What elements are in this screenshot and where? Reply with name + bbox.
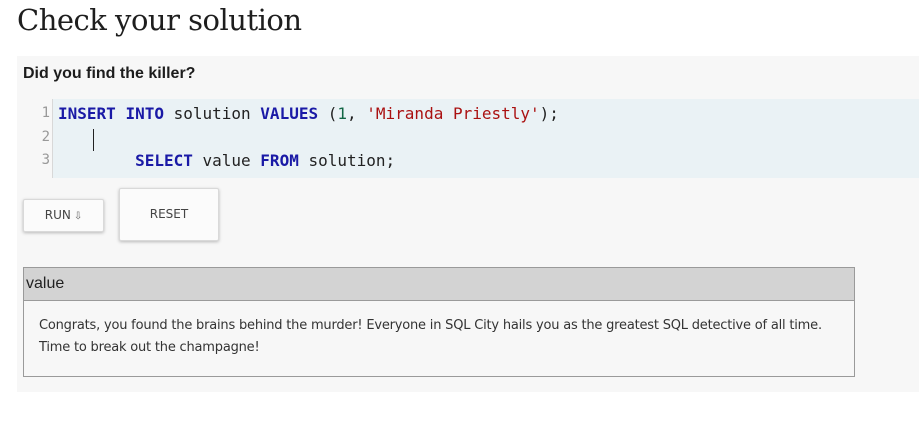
result-table: value Congrats, you found the brains beh…	[23, 267, 855, 377]
column-header: value	[24, 268, 854, 301]
sql-text: (	[318, 104, 338, 123]
line-number-gutter: 1 2 3	[36, 99, 53, 178]
result-cell: Congrats, you found the brains behind th…	[39, 318, 822, 355]
line-number: 1	[41, 105, 50, 121]
sql-text: );	[539, 104, 559, 123]
reset-button-label: RESET	[149, 207, 189, 221]
sql-text: value	[192, 151, 261, 170]
sql-text: solution;	[298, 151, 396, 170]
arrow-down-icon: ⇩	[73, 211, 83, 222]
sql-editor[interactable]: 1 2 3 INSERT INTO solution VALUES (1, 'M…	[36, 99, 919, 178]
sql-text: solution	[163, 104, 261, 123]
sql-number: 1	[337, 104, 347, 123]
sql-string: 'Miranda Priestly'	[366, 104, 540, 123]
code-line[interactable]: SELECT value FROM solution;	[58, 151, 395, 170]
line-number: 2	[41, 129, 50, 145]
sql-text: ,	[347, 104, 367, 123]
page-title: Check your solution	[17, 3, 302, 37]
run-button[interactable]: RUN ⇩	[23, 199, 104, 232]
run-button-label: RUN	[44, 208, 71, 222]
sql-keyword: INSERT	[58, 104, 116, 123]
sql-keyword: FROM	[260, 151, 299, 170]
line-number: 3	[41, 152, 50, 168]
sql-keyword: VALUES	[260, 104, 319, 123]
reset-button[interactable]: RESET	[119, 188, 219, 241]
solution-panel: Did you find the killer? 1 2 3 INSERT IN…	[17, 56, 919, 392]
text-cursor	[93, 129, 94, 151]
sql-keyword: SELECT	[135, 151, 193, 170]
code-line[interactable]: INSERT INTO solution VALUES (1, 'Miranda…	[58, 104, 559, 123]
panel-heading: Did you find the killer?	[23, 65, 196, 82]
sql-keyword: INTO	[125, 104, 164, 123]
